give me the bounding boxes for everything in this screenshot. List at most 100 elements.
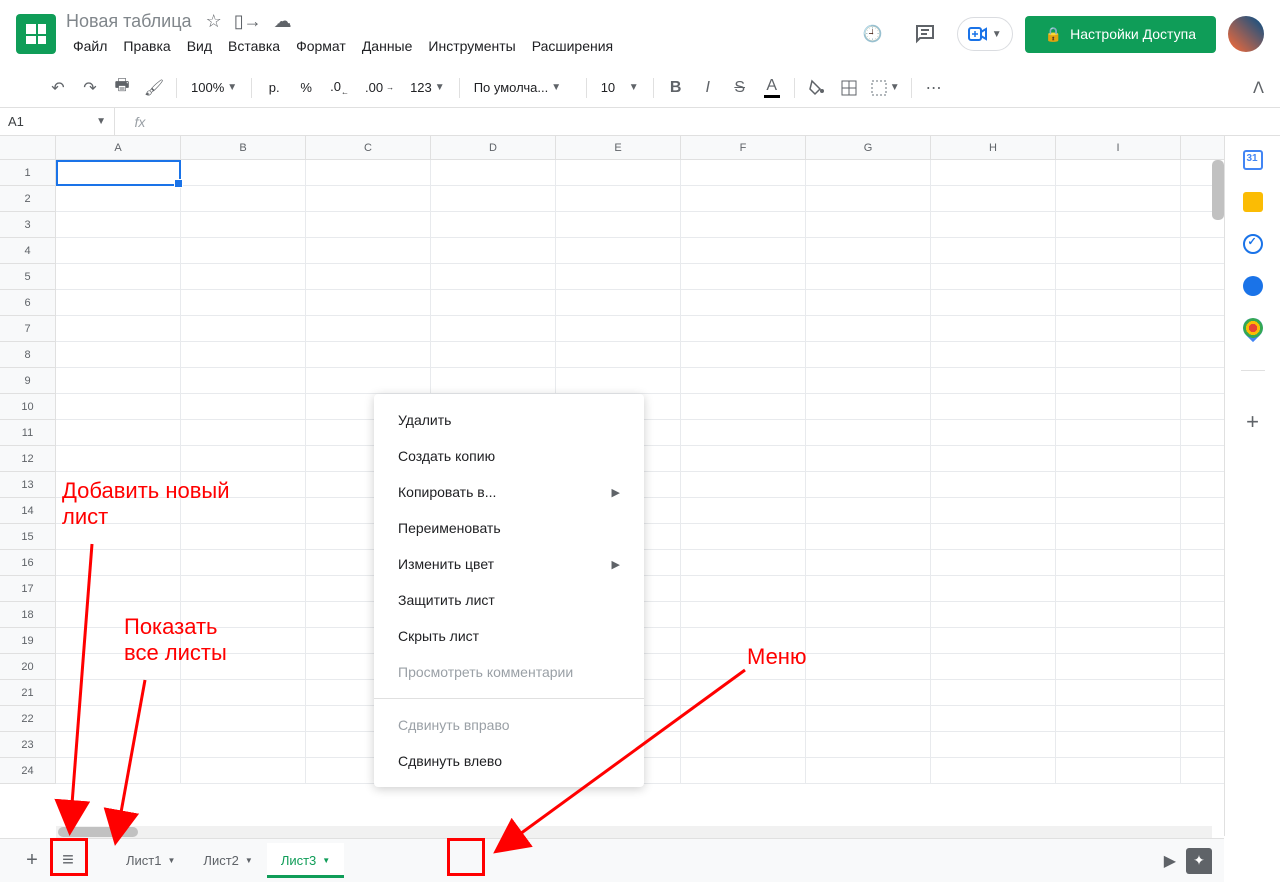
cell[interactable] [56, 680, 181, 705]
cell[interactable] [1056, 732, 1181, 757]
cell[interactable] [681, 394, 806, 419]
explore-button[interactable]: ✦ [1186, 848, 1212, 874]
cell[interactable] [556, 160, 681, 185]
cell[interactable] [56, 316, 181, 341]
cell[interactable] [681, 576, 806, 601]
star-icon[interactable]: ☆ [206, 11, 222, 32]
cell[interactable] [806, 732, 931, 757]
row-header-11[interactable]: 11 [0, 420, 55, 446]
cell[interactable] [56, 732, 181, 757]
sheets-logo[interactable] [16, 14, 56, 54]
cell[interactable] [931, 524, 1056, 549]
cell[interactable] [56, 290, 181, 315]
cell[interactable] [806, 550, 931, 575]
row-header-23[interactable]: 23 [0, 732, 55, 758]
cell[interactable] [1056, 264, 1181, 289]
cell[interactable] [806, 446, 931, 471]
keep-icon[interactable] [1243, 192, 1263, 212]
collapse-toolbar-button[interactable]: ᐱ [1253, 78, 1264, 98]
col-header-F[interactable]: F [681, 136, 806, 159]
cell[interactable] [806, 342, 931, 367]
cell[interactable] [56, 498, 181, 523]
row-header-16[interactable]: 16 [0, 550, 55, 576]
cell[interactable] [931, 628, 1056, 653]
dec-decrease-button[interactable]: .0← [324, 74, 355, 102]
cell[interactable] [681, 186, 806, 211]
row-header-1[interactable]: 1 [0, 160, 55, 186]
cell[interactable] [931, 446, 1056, 471]
row-header-24[interactable]: 24 [0, 758, 55, 784]
row-header-15[interactable]: 15 [0, 524, 55, 550]
cell[interactable] [181, 524, 306, 549]
cell[interactable] [181, 472, 306, 497]
cell[interactable] [556, 342, 681, 367]
menu-Расширения[interactable]: Расширения [525, 34, 620, 58]
cell[interactable] [431, 212, 556, 237]
cell[interactable] [806, 758, 931, 783]
cell[interactable] [56, 212, 181, 237]
ctx-Сдвинуть влево[interactable]: Сдвинуть влево [374, 743, 644, 779]
cell[interactable] [931, 186, 1056, 211]
cell[interactable] [181, 498, 306, 523]
cell[interactable] [806, 212, 931, 237]
cell[interactable] [306, 316, 431, 341]
cell[interactable] [681, 524, 806, 549]
menu-Файл[interactable]: Файл [66, 34, 114, 58]
cell[interactable] [56, 264, 181, 289]
cell[interactable] [56, 160, 181, 185]
cell[interactable] [181, 290, 306, 315]
cell[interactable] [56, 628, 181, 653]
cell[interactable] [1056, 680, 1181, 705]
cell[interactable] [806, 706, 931, 731]
cell[interactable] [431, 290, 556, 315]
cell[interactable] [306, 290, 431, 315]
cell[interactable] [931, 706, 1056, 731]
cell[interactable] [681, 680, 806, 705]
tabs-scroll-right[interactable]: ▶ [1164, 851, 1176, 871]
dec-increase-button[interactable]: .00→ [359, 74, 400, 102]
cell[interactable] [681, 758, 806, 783]
col-header-H[interactable]: H [931, 136, 1056, 159]
cell[interactable] [931, 498, 1056, 523]
cell[interactable] [181, 758, 306, 783]
cell[interactable] [56, 654, 181, 679]
cell[interactable] [1056, 186, 1181, 211]
move-icon[interactable]: ▯→ [234, 11, 262, 32]
currency-button[interactable]: р. [260, 74, 288, 102]
cell[interactable] [806, 628, 931, 653]
cell[interactable] [1056, 706, 1181, 731]
cell[interactable] [806, 472, 931, 497]
row-header-14[interactable]: 14 [0, 498, 55, 524]
ctx-Скрыть лист[interactable]: Скрыть лист [374, 618, 644, 654]
cell[interactable] [181, 706, 306, 731]
cell[interactable] [306, 342, 431, 367]
more-button[interactable]: ⋯ [920, 74, 948, 102]
cell[interactable] [181, 680, 306, 705]
cell[interactable] [1056, 498, 1181, 523]
cell[interactable] [806, 160, 931, 185]
cell[interactable] [181, 186, 306, 211]
cell[interactable] [556, 368, 681, 393]
menu-Вид[interactable]: Вид [180, 34, 219, 58]
share-button[interactable]: 🔒 Настройки Доступа [1025, 16, 1216, 53]
row-header-10[interactable]: 10 [0, 394, 55, 420]
cell[interactable] [181, 394, 306, 419]
row-header-20[interactable]: 20 [0, 654, 55, 680]
cell[interactable] [681, 732, 806, 757]
cell[interactable] [181, 576, 306, 601]
cell[interactable] [931, 264, 1056, 289]
cell[interactable] [1056, 654, 1181, 679]
cell[interactable] [931, 758, 1056, 783]
maps-icon[interactable] [1238, 314, 1266, 342]
print-button[interactable]: 🖶 [108, 74, 136, 102]
cell[interactable] [181, 550, 306, 575]
row-header-7[interactable]: 7 [0, 316, 55, 342]
cell[interactable] [431, 186, 556, 211]
cell[interactable] [806, 524, 931, 549]
cell[interactable] [1056, 524, 1181, 549]
cell[interactable] [56, 524, 181, 549]
cell[interactable] [56, 420, 181, 445]
row-header-19[interactable]: 19 [0, 628, 55, 654]
cell[interactable] [181, 316, 306, 341]
cell[interactable] [556, 290, 681, 315]
